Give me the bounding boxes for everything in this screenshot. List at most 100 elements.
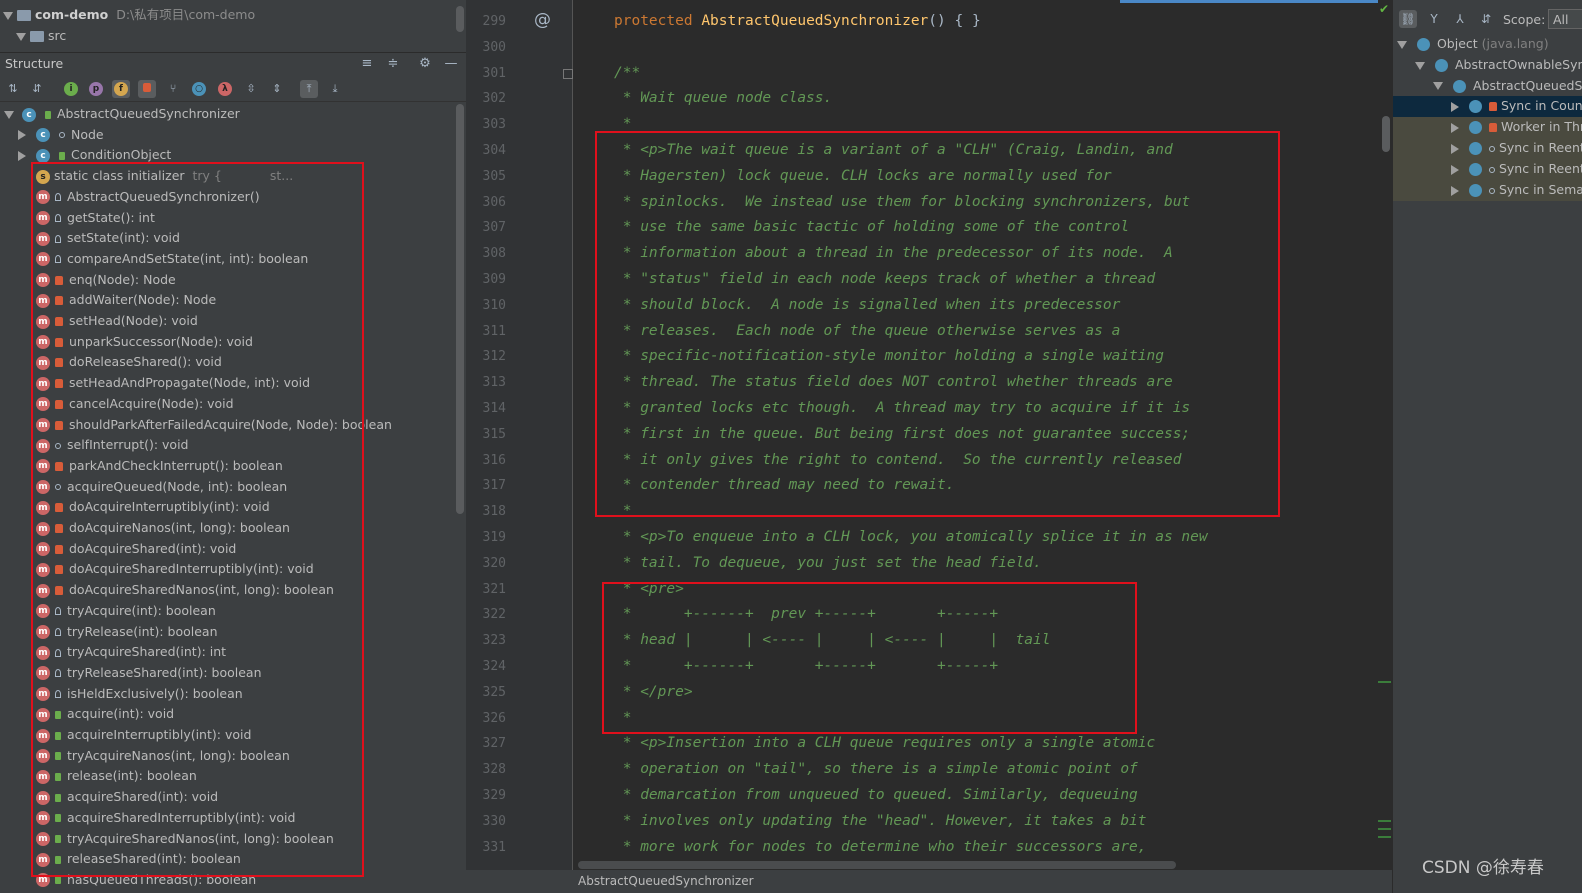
- line-number[interactable]: 325: [466, 685, 506, 700]
- change-marker[interactable]: [1378, 681, 1391, 683]
- expand-arrow-icon[interactable]: [1451, 143, 1459, 154]
- code-line[interactable]: protected AbstractQueuedSynchronizer() {…: [614, 13, 981, 29]
- expand-arrow-icon[interactable]: [1451, 101, 1459, 112]
- collapse-arrow-icon[interactable]: [4, 110, 14, 119]
- show-anonymous-icon[interactable]: ⑂: [164, 80, 182, 98]
- hierarchy-item[interactable]: AbstractOwnableSynchronizer: [1393, 55, 1582, 76]
- expand-arrow-icon[interactable]: [1451, 185, 1459, 196]
- autoscroll-from-source-icon[interactable]: ⤓: [326, 80, 344, 98]
- autoscroll-to-source-icon[interactable]: ⤒: [300, 80, 318, 98]
- sort-alpha-icon[interactable]: ⇵: [28, 80, 46, 98]
- hierarchy-item-selected[interactable]: Sync in CountDownLatch: [1393, 96, 1582, 117]
- code-line[interactable]: * tail. To dequeue, you just set the hea…: [614, 555, 1042, 571]
- line-number[interactable]: 308: [466, 246, 506, 261]
- line-number[interactable]: 299: [466, 14, 506, 29]
- show-fields-button[interactable]: f: [112, 80, 130, 98]
- line-number[interactable]: 319: [466, 530, 506, 545]
- code-line[interactable]: /**: [614, 65, 640, 81]
- line-number[interactable]: 323: [466, 633, 506, 648]
- project-root-row[interactable]: com-demo D:\私有项目\com-demo: [0, 5, 255, 25]
- gear-icon[interactable]: ⚙: [416, 55, 434, 73]
- line-number[interactable]: 313: [466, 375, 506, 390]
- inspection-ok-icon[interactable]: ✔: [1379, 2, 1389, 16]
- change-marker[interactable]: [1378, 828, 1391, 830]
- line-number[interactable]: 324: [466, 659, 506, 674]
- line-number[interactable]: 322: [466, 607, 506, 622]
- expand-all-icon[interactable]: ≡: [358, 55, 376, 73]
- expand-icon[interactable]: ⇳: [242, 80, 260, 98]
- line-number[interactable]: 331: [466, 840, 506, 855]
- expand-arrow-icon[interactable]: [1451, 122, 1459, 133]
- collapse-all-icon[interactable]: ≑: [384, 55, 402, 73]
- collapse-icon[interactable]: ⇕: [268, 80, 286, 98]
- code-line[interactable]: * Wait queue node class.: [614, 90, 833, 106]
- line-number[interactable]: 327: [466, 736, 506, 751]
- line-number[interactable]: 311: [466, 324, 506, 339]
- show-classes-icon[interactable]: ○: [192, 82, 206, 96]
- hierarchy-item[interactable]: Worker in ThreadPoolExecutor: [1393, 117, 1582, 138]
- sort-alpha-icon[interactable]: ⇵: [1477, 10, 1495, 28]
- structure-scrollbar[interactable]: [456, 104, 464, 514]
- line-number[interactable]: 302: [466, 91, 506, 106]
- code-line[interactable]: *: [614, 116, 632, 132]
- line-number[interactable]: 310: [466, 298, 506, 313]
- collapse-arrow-icon[interactable]: [16, 32, 26, 41]
- hierarchy-item[interactable]: Sync in ReentrantLock: [1393, 138, 1582, 159]
- vertical-scrollbar[interactable]: [1382, 116, 1390, 152]
- line-number[interactable]: 307: [466, 220, 506, 235]
- line-number[interactable]: 315: [466, 427, 506, 442]
- scope-select[interactable]: All: [1548, 9, 1582, 29]
- show-properties-icon[interactable]: p: [89, 82, 103, 96]
- line-number[interactable]: 301: [466, 66, 506, 81]
- line-number[interactable]: 321: [466, 582, 506, 597]
- line-number[interactable]: 317: [466, 478, 506, 493]
- line-number[interactable]: 309: [466, 272, 506, 287]
- line-number[interactable]: 328: [466, 762, 506, 777]
- line-number[interactable]: 312: [466, 349, 506, 364]
- line-number[interactable]: 300: [466, 40, 506, 55]
- annotation-icon[interactable]: @: [534, 10, 551, 30]
- show-lambdas-icon[interactable]: λ: [218, 82, 232, 96]
- code-line[interactable]: * operation on "tail", so there is a sim…: [614, 761, 1138, 777]
- expand-arrow-icon[interactable]: [1451, 164, 1459, 175]
- expand-arrow-icon[interactable]: [18, 130, 26, 141]
- collapse-arrow-icon[interactable]: [1397, 40, 1407, 49]
- show-inherited-icon[interactable]: i: [64, 82, 78, 96]
- line-number[interactable]: 305: [466, 169, 506, 184]
- code-line[interactable]: * <p>Insertion into a CLH queue requires…: [614, 735, 1156, 751]
- project-scrollbar[interactable]: [456, 6, 464, 32]
- collapse-arrow-icon[interactable]: [1415, 61, 1425, 70]
- breadcrumb[interactable]: AbstractQueuedSynchronizer: [466, 870, 1392, 893]
- hide-panel-icon[interactable]: —: [442, 55, 460, 73]
- hierarchy-item[interactable]: Sync in ReentrantReadWriteLock: [1393, 159, 1582, 180]
- horizontal-scrollbar[interactable]: [578, 861, 1176, 869]
- code-line[interactable]: * more work for nodes to determine who t…: [614, 839, 1147, 855]
- sort-visibility-icon[interactable]: ⇅: [4, 80, 22, 98]
- show-non-public-button[interactable]: [138, 80, 156, 98]
- code-line[interactable]: * involves only updating the "head". How…: [614, 813, 1147, 829]
- line-number[interactable]: 318: [466, 504, 506, 519]
- expand-arrow-icon[interactable]: [18, 150, 26, 161]
- code-editor[interactable]: @ 299 300 301 302 303 304 305 306 307 308 309 310 31…: [466, 0, 1392, 893]
- line-number[interactable]: 303: [466, 117, 506, 132]
- line-number[interactable]: 316: [466, 453, 506, 468]
- src-folder-row[interactable]: src: [16, 26, 66, 46]
- change-marker[interactable]: [1378, 820, 1391, 822]
- subtypes-icon[interactable]: ⅄: [1451, 10, 1469, 28]
- breadcrumb-item[interactable]: AbstractQueuedSynchronizer: [578, 870, 754, 893]
- line-number[interactable]: 329: [466, 788, 506, 803]
- line-number[interactable]: 306: [466, 195, 506, 210]
- line-number[interactable]: 304: [466, 143, 506, 158]
- supertypes-icon[interactable]: Y: [1425, 10, 1443, 28]
- line-number[interactable]: 330: [466, 814, 506, 829]
- tree-nested-class[interactable]: c Node: [18, 125, 104, 146]
- type-hierarchy-icon[interactable]: ⛓: [1399, 10, 1417, 28]
- hierarchy-item[interactable]: Sync in Semaphore: [1393, 180, 1582, 201]
- collapse-arrow-icon[interactable]: [1433, 82, 1443, 90]
- code-line[interactable]: * demarcation from unqueued to queued. S…: [614, 787, 1138, 803]
- hierarchy-item[interactable]: AbstractQueuedSynchronizer: [1393, 76, 1582, 97]
- fold-marker-icon[interactable]: [563, 69, 573, 79]
- line-number[interactable]: 314: [466, 401, 506, 416]
- tree-class-root[interactable]: c AbstractQueuedSynchronizer: [4, 104, 240, 125]
- change-marker[interactable]: [1378, 836, 1391, 838]
